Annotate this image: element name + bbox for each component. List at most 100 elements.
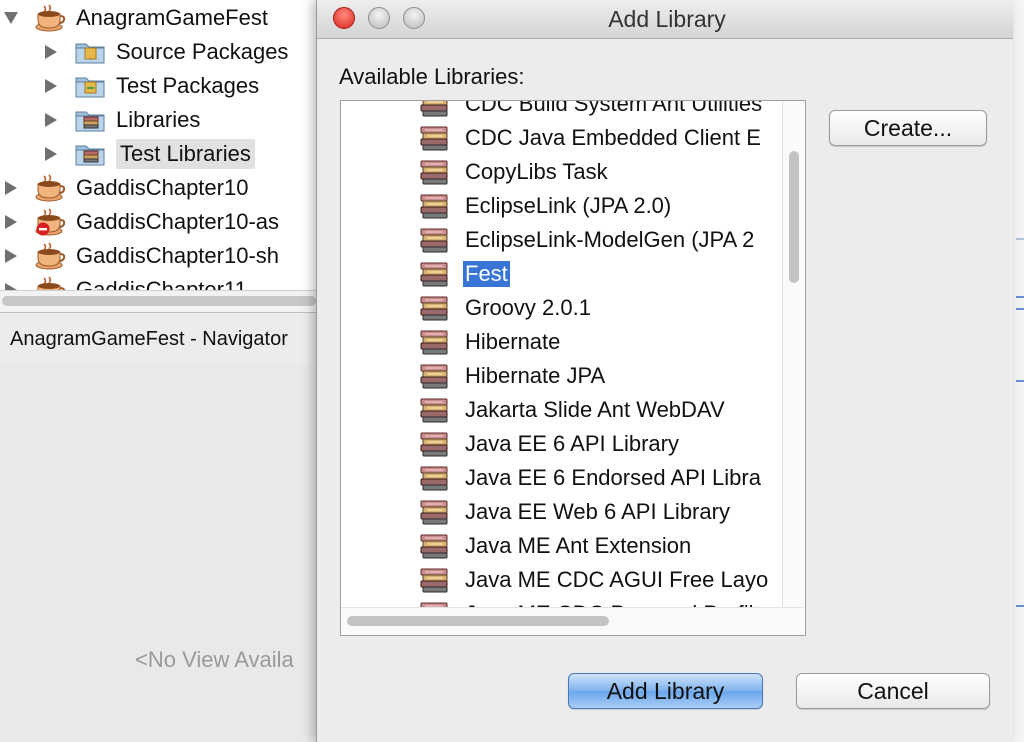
library-list-item[interactable]: EclipseLink-ModelGen (JPA 2 [341,223,781,257]
project-tree-item[interactable]: GaddisChapter10-sh [4,239,279,273]
library-books-icon [419,431,449,457]
scrollbar-thumb[interactable] [2,296,316,306]
library-name: EclipseLink-ModelGen (JPA 2 [465,227,755,252]
library-name: Hibernate [465,329,561,354]
create-button[interactable]: Create... [829,110,987,146]
libraries-folder-icon [74,106,106,134]
list-horizontal-scrollbar[interactable] [341,607,804,635]
project-tree-item[interactable]: Test Packages [44,69,259,103]
library-books-icon [419,295,449,321]
project-tree-item-label: GaddisChapter10-as [76,209,280,234]
library-list-item[interactable]: Java ME Ant Extension [341,529,781,563]
navigator-body: <No View Availa [0,365,316,742]
marker [1016,380,1024,382]
marker [1016,605,1024,607]
library-books-icon [419,397,449,423]
marker [1016,238,1024,240]
collapsed-triangle-icon[interactable] [44,79,58,93]
project-tree-item-label: Source Packages [116,39,289,64]
coffee-cup-icon [34,276,66,290]
collapsed-triangle-icon[interactable] [44,45,58,59]
project-tree-item-label: AnagramGameFest [76,5,268,30]
library-books-icon [419,329,449,355]
project-tree-item-label: Test Packages [116,73,260,98]
library-books-icon [419,193,449,219]
scrollbar-thumb[interactable] [789,151,799,283]
library-books-icon [419,261,449,287]
project-tree-item-label: GaddisChapter11 [76,277,247,290]
library-list-item[interactable]: Java ME CDC AGUI Free Layo [341,563,781,597]
project-tree-item[interactable]: Libraries [44,103,200,137]
library-books-icon [419,533,449,559]
add-library-dialog: Add Library Available Libraries: CDC Bui… [316,0,1013,742]
library-list-item[interactable]: CDC Build System Ant Utilities [341,100,781,121]
coffee-cup-icon [34,242,66,270]
library-name: Jakarta Slide Ant WebDAV [465,397,725,422]
collapsed-triangle-icon[interactable] [4,283,18,290]
library-list-item[interactable]: Java EE 6 Endorsed API Libra [341,461,781,495]
library-list-item[interactable]: CopyLibs Task [341,155,781,189]
library-list-item[interactable]: Java EE 6 API Library [341,427,781,461]
marker [1016,308,1024,310]
collapsed-triangle-icon[interactable] [44,113,58,127]
library-books-icon [419,363,449,389]
project-tree-item[interactable]: Source Packages [44,35,288,69]
library-name: Java ME Ant Extension [465,533,692,558]
library-name: EclipseLink (JPA 2.0) [465,193,672,218]
library-name: Java EE 6 API Library [465,431,679,456]
collapsed-triangle-icon[interactable] [4,181,18,195]
projects-horizontal-scrollbar[interactable] [0,290,316,313]
library-list-item[interactable]: Jakarta Slide Ant WebDAV [341,393,781,427]
library-list-item[interactable]: Java EE Web 6 API Library [341,495,781,529]
coffee-cup-icon [34,4,66,32]
project-tree-item[interactable]: GaddisChapter10 [4,171,248,205]
coffee-cup-error-icon [34,208,66,236]
library-name: CopyLibs Task [465,159,608,184]
collapsed-triangle-icon[interactable] [4,249,18,263]
editor-edge-strip [1012,0,1024,742]
collapsed-triangle-icon[interactable] [44,147,58,161]
project-tree-item-label: GaddisChapter10 [76,175,249,200]
library-books-icon [419,101,449,117]
library-list-item[interactable]: CDC Java Embedded Client E [341,121,781,155]
library-list-item[interactable]: Hibernate [341,325,781,359]
projects-panel: AnagramGameFest Source Packages Test Packa… [0,0,316,290]
no-view-available-text: <No View Availa [135,647,294,672]
project-tree-item[interactable]: GaddisChapter10-as [4,205,279,239]
navigator-title: AnagramGameFest - Navigator [10,328,288,350]
library-name: Groovy 2.0.1 [465,295,591,320]
project-tree-item-label: Test Libraries [116,139,255,169]
dialog-title: Add Library [608,6,726,32]
library-books-icon [419,125,449,151]
available-libraries-label: Available Libraries: [339,64,525,89]
expanded-triangle-icon[interactable] [4,11,18,25]
library-list-item[interactable]: Hibernate JPA [341,359,781,393]
library-books-icon [419,227,449,253]
dialog-titlebar[interactable]: Add Library [317,0,1013,39]
library-name: Java EE Web 6 API Library [465,499,730,524]
library-name: CDC Java Embedded Client E [465,125,761,150]
available-libraries-list[interactable]: CDC Build System Ant Utilities CDC Java E… [340,100,806,636]
library-books-icon [419,465,449,491]
package-folder-icon [74,38,106,66]
library-list-item[interactable]: Groovy 2.0.1 [341,291,781,325]
coffee-cup-icon [34,174,66,202]
project-tree-item[interactable]: Test Libraries [44,137,255,171]
library-name: CDC Build System Ant Utilities [465,100,763,116]
list-vertical-scrollbar[interactable] [782,101,805,607]
library-books-icon [419,159,449,185]
test-libraries-folder-icon [74,140,106,168]
test-package-folder-icon [74,72,106,100]
library-list-item[interactable]: Fest [341,257,781,291]
project-tree-item-label: GaddisChapter10-sh [76,243,280,268]
scrollbar-thumb[interactable] [347,616,609,626]
library-name: Hibernate JPA [465,363,606,388]
add-library-button[interactable]: Add Library [568,673,763,709]
library-list-item[interactable]: EclipseLink (JPA 2.0) [341,189,781,223]
project-tree-item[interactable]: GaddisChapter11 [4,273,247,290]
library-name: Java EE 6 Endorsed API Libra [465,465,761,490]
collapsed-triangle-icon[interactable] [4,215,18,229]
cancel-button[interactable]: Cancel [796,673,990,709]
project-tree-item[interactable]: AnagramGameFest [4,1,268,35]
library-name: Java ME CDC AGUI Free Layo [465,567,769,592]
